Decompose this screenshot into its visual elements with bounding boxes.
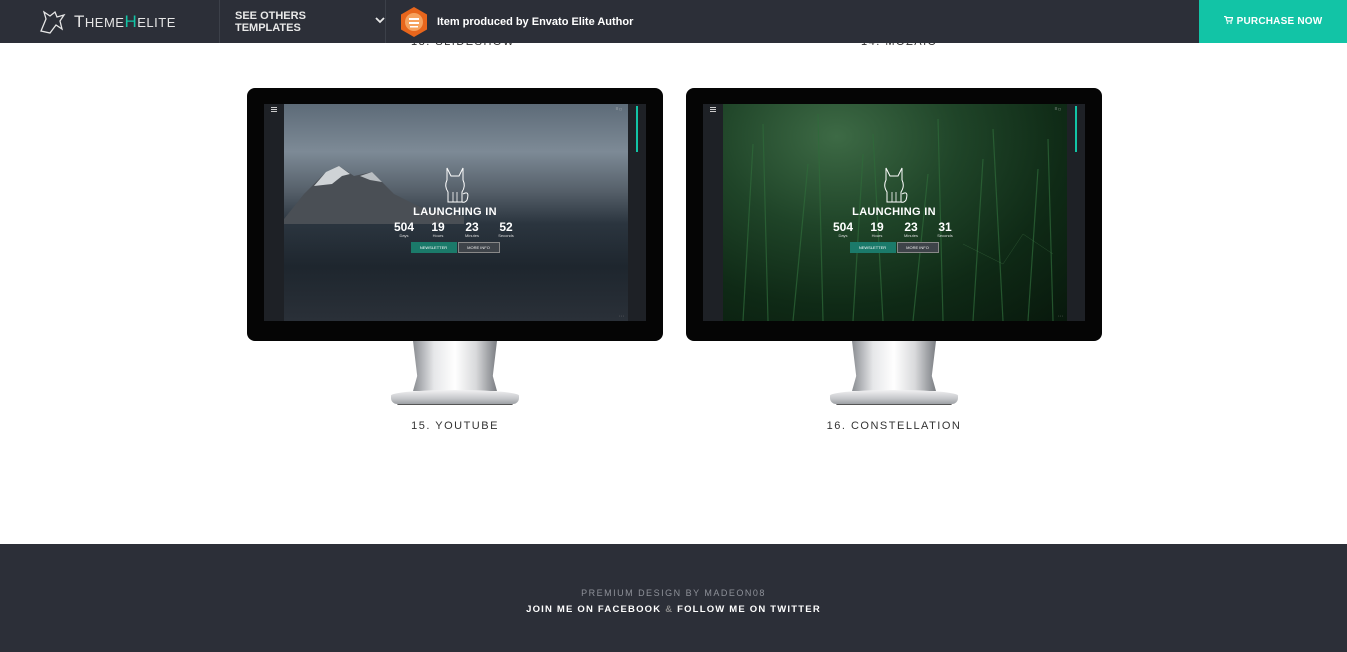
caption-youtube[interactable]: 15. YOUTUBE xyxy=(247,420,663,432)
template-card-constellation[interactable]: ☰ ▢ LAUNCHING IN 504 Days 19 Hours 23 Minut… xyxy=(686,88,1102,408)
newsletter-button[interactable]: NEWSLETTER xyxy=(410,242,457,253)
launching-title: LAUNCHING IN xyxy=(413,206,497,218)
purchase-label: PURCHASE NOW xyxy=(1236,16,1323,27)
facebook-link[interactable]: JOIN ME ON FACEBOOK xyxy=(526,604,661,615)
monitor-stand-neck xyxy=(413,341,497,391)
logo-text: THEMEHELITE xyxy=(74,11,176,31)
footer-credit: PREMIUM DESIGN BY MADEON08 xyxy=(581,588,766,598)
cart-icon xyxy=(1223,15,1234,27)
purchase-now-button[interactable]: PURCHASE NOW xyxy=(1199,0,1347,43)
top-bar: THEMEHELITE SEE OTHERS TEMPLATES Item pr… xyxy=(0,0,1347,43)
countdown: 504 Days 19 Hours 23 Minutes 31 Seconds xyxy=(826,221,962,238)
twitter-link[interactable]: FOLLOW ME ON TWITTER xyxy=(677,604,821,615)
countdown-hours: 19 Hours xyxy=(431,220,445,238)
fox-icon xyxy=(884,167,908,203)
countdown-days: 504 Days xyxy=(393,220,415,238)
footer: PREMIUM DESIGN BY MADEON08 JOIN ME ON FA… xyxy=(0,544,1347,652)
newsletter-button[interactable]: NEWSLETTER xyxy=(849,242,896,253)
elite-label: Item produced by Envato Elite Author xyxy=(437,15,634,28)
ampersand: & xyxy=(665,604,674,615)
chevron-down-icon xyxy=(375,15,385,27)
launching-title: LAUNCHING IN xyxy=(852,206,936,218)
caption-constellation[interactable]: 16. CONSTELLATION xyxy=(686,420,1102,432)
monitor-frame: ☰ ▢ LAUNCHING IN 504 Days 19 Hours 23 Minut… xyxy=(247,88,663,341)
template-card-youtube[interactable]: ☰ ▢ LAUNCHING IN 504 Days 19 Hours 23 Minut… xyxy=(247,88,663,408)
see-others-templates-dropdown[interactable]: SEE OTHERS TEMPLATES xyxy=(220,0,386,43)
envato-elite-badge-icon xyxy=(401,6,427,37)
logo[interactable]: THEMEHELITE xyxy=(0,0,220,43)
monitor-stand-base xyxy=(830,390,958,404)
countdown-days: 504 Days xyxy=(832,220,854,238)
preview-screen[interactable]: ☰ ▢ LAUNCHING IN 504 Days 19 Hours 23 Minut… xyxy=(703,104,1085,321)
more-info-button[interactable]: MORE INFO xyxy=(457,242,500,253)
countdown: 504 Days 19 Hours 23 Minutes 52 Seconds xyxy=(387,221,523,238)
countdown-hours: 19 Hours xyxy=(870,220,884,238)
wolf-logo-icon xyxy=(40,9,66,34)
screen-corner-text: ▫ ▫ ▫ xyxy=(1058,314,1063,318)
countdown-minutes: 23 Minutes xyxy=(903,220,918,238)
preview-screen[interactable]: ☰ ▢ LAUNCHING IN 504 Days 19 Hours 23 Minut… xyxy=(264,104,646,321)
monitor-stand-neck xyxy=(852,341,936,391)
countdown-seconds: 52 Seconds xyxy=(498,220,514,238)
more-info-button[interactable]: MORE INFO xyxy=(896,242,939,253)
countdown-seconds: 31 Seconds xyxy=(937,220,953,238)
screen-corner-text: ▫ ▫ ▫ xyxy=(619,314,624,318)
elite-author-notice: Item produced by Envato Elite Author xyxy=(386,0,633,43)
monitor-frame: ☰ ▢ LAUNCHING IN 504 Days 19 Hours 23 Minut… xyxy=(686,88,1102,341)
others-label: SEE OTHERS TEMPLATES xyxy=(235,9,306,34)
footer-social-links: JOIN ME ON FACEBOOK & FOLLOW ME ON TWITT… xyxy=(0,604,1347,615)
fox-icon xyxy=(445,167,469,203)
countdown-minutes: 23 Minutes xyxy=(464,220,479,238)
monitor-stand-base xyxy=(391,390,519,404)
